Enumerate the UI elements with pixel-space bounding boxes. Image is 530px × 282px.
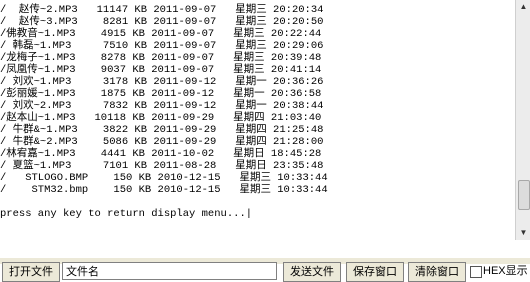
terminal-line: /赵本山~1.MP3 10118 KB 2011-09-29 星期四 21:03… [0,112,322,124]
terminal-line: / 夏篮~1.MP3 7101 KB 2011-08-28 星期日 23:35:… [0,160,324,172]
terminal-line: /凤凰传~1.MP3 9037 KB 2011-09-07 星期三 20:41:… [0,64,322,76]
clear-window-button[interactable]: 清除窗口 [408,262,466,282]
terminal-line: / 牛群&~2.MP3 5086 KB 2011-09-29 星期四 21:28… [0,136,324,148]
terminal-line: / 刘欢~1.MP3 3178 KB 2011-09-12 星期一 20:36:… [0,76,324,88]
terminal-line: /龙梅子~1.MP3 8278 KB 2011-09-07 星期三 20:39:… [0,52,322,64]
send-file-button[interactable]: 发送文件 [283,262,341,282]
terminal-line: /佛教音~1.MP3 4915 KB 2011-09-07 星期三 20:22:… [0,28,322,40]
terminal-line: / 韩磊~1.MP3 7510 KB 2011-09-07 星期三 20:29:… [0,40,324,52]
hex-display-label: HEX显示 [483,265,528,277]
scrollbar-thumb[interactable] [518,180,530,210]
scroll-up-arrow-icon[interactable]: ▲ [516,0,530,14]
terminal-line: / STM32.bmp 150 KB 2010-12-15 星期三 10:33:… [0,184,328,196]
terminal-line: / 刘欢~2.MP3 7832 KB 2011-09-12 星期一 20:38:… [0,100,324,112]
terminal-line: / 赵传~2.MP3 11147 KB 2011-09-07 星期三 20:20… [0,4,324,16]
vertical-scrollbar[interactable]: ▲ ▼ [515,0,530,240]
open-file-button[interactable]: 打开文件 [2,262,60,282]
terminal-line: /彭丽媛~1.MP3 1875 KB 2011-09-12 星期一 20:36:… [0,88,322,100]
hex-display-checkbox[interactable] [470,266,482,278]
filename-input[interactable]: 文件名 [62,262,277,280]
terminal-line: /林宥嘉~1.MP3 4441 KB 2011-10-02 星期日 18:45:… [0,148,322,160]
terminal-line: press any key to return display menu...| [0,208,253,220]
scroll-down-arrow-icon[interactable]: ▼ [516,226,530,240]
terminal-output: / 赵传~2.MP3 11147 KB 2011-09-07 星期三 20:20… [0,0,515,260]
terminal-line: / STLOGO.BMP 150 KB 2010-12-15 星期三 10:33… [0,172,328,184]
save-window-button[interactable]: 保存窗口 [346,262,404,282]
terminal-line: / 牛群&~1.MP3 3822 KB 2011-09-29 星期四 21:25… [0,124,324,136]
terminal-line: / 赵传~3.MP3 8281 KB 2011-09-07 星期三 20:20:… [0,16,324,28]
